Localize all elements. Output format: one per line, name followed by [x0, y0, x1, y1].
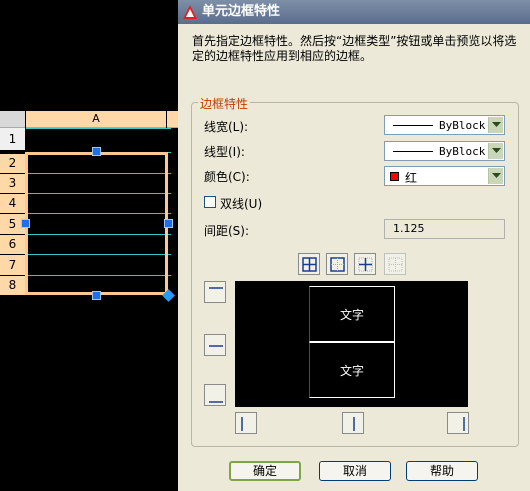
row-header-8[interactable]: 8 — [0, 276, 25, 295]
bottom-border-button[interactable] — [204, 384, 226, 406]
row-header-7[interactable]: 7 — [0, 255, 25, 275]
bottom-border-icon — [209, 401, 223, 403]
no-borders-button[interactable] — [384, 253, 406, 275]
row-header-2[interactable]: 2 — [0, 154, 25, 173]
row-header-6[interactable]: 6 — [0, 235, 25, 254]
double-line-label[interactable]: 双线(U) — [220, 195, 262, 212]
lineweight-value: ByBlock — [439, 119, 486, 132]
top-border-button[interactable] — [204, 281, 226, 303]
no-borders-icon — [388, 257, 403, 272]
color-label: 颜色(C): — [204, 170, 250, 184]
border-preview[interactable]: 文字 文字 — [235, 281, 468, 407]
linetype-value: ByBlock — [439, 145, 486, 158]
grid-line — [26, 128, 171, 129]
spacing-input[interactable]: 1.125 — [384, 219, 505, 239]
line-sample — [393, 125, 433, 126]
grip-top[interactable] — [92, 147, 101, 156]
inside-borders-icon — [358, 257, 373, 272]
preview-cell-bottom: 文字 — [309, 342, 395, 398]
inside-horizontal-border-icon — [209, 345, 223, 347]
line-sample — [393, 151, 433, 152]
linetype-label: 线型(I): — [204, 145, 245, 159]
column-header-b[interactable] — [167, 111, 178, 128]
grip-left[interactable] — [21, 219, 30, 228]
cad-canvas[interactable]: A 1 2 3 4 5 6 7 8 — [0, 0, 178, 491]
grip-right[interactable] — [164, 219, 173, 228]
linetype-dropdown[interactable]: ByBlock — [384, 141, 505, 161]
lineweight-label: 线宽(L): — [204, 120, 249, 134]
dropdown-arrow-icon[interactable] — [488, 143, 503, 159]
outside-borders-icon — [330, 257, 345, 272]
dropdown-arrow-icon[interactable] — [488, 117, 503, 133]
preview-cell-top: 文字 — [309, 286, 395, 342]
dropdown-arrow-icon[interactable] — [488, 168, 503, 184]
color-dropdown[interactable]: 红 — [384, 166, 505, 186]
row-header-4[interactable]: 4 — [0, 194, 25, 213]
left-border-button[interactable] — [235, 412, 257, 434]
right-border-icon — [463, 417, 465, 431]
left-border-icon — [241, 417, 243, 431]
selection-border — [25, 152, 168, 295]
outside-borders-button[interactable] — [326, 253, 348, 275]
double-line-checkbox[interactable] — [204, 196, 216, 208]
group-title: 边框特性 — [198, 95, 251, 112]
help-button[interactable]: 帮助 — [406, 461, 478, 481]
inside-borders-button[interactable] — [354, 253, 376, 275]
cell-border-properties-dialog: 单元边框特性 首先指定边框特性。然后按“边框类型”按钮或单击预览以将选定的边框特… — [178, 0, 530, 491]
row-header-3[interactable]: 3 — [0, 174, 25, 193]
inside-vertical-border-icon — [353, 417, 355, 431]
inside-vertical-border-button[interactable] — [342, 412, 364, 434]
color-swatch — [390, 172, 399, 181]
spacing-label: 间距(S): — [204, 224, 250, 238]
title-bar[interactable]: 单元边框特性 — [178, 0, 530, 24]
right-border-button[interactable] — [447, 412, 469, 434]
color-value: 红 — [405, 171, 418, 185]
inside-horizontal-border-button[interactable] — [204, 334, 226, 356]
column-header-a[interactable]: A — [26, 111, 166, 128]
grip-bottom[interactable] — [92, 291, 101, 300]
ok-button[interactable]: 确定 — [229, 461, 301, 481]
instructions-text: 首先指定边框特性。然后按“边框类型”按钮或单击预览以将选定的边框特性应用到相应的… — [192, 34, 517, 63]
autocad-logo-icon — [182, 4, 198, 20]
all-borders-button[interactable] — [298, 253, 320, 275]
top-border-icon — [209, 287, 223, 289]
all-borders-icon — [302, 257, 317, 272]
row-header-1[interactable]: 1 — [0, 128, 25, 150]
dialog-title: 单元边框特性 — [202, 4, 281, 19]
lineweight-dropdown[interactable]: ByBlock — [384, 115, 505, 135]
table-corner-header — [0, 111, 25, 128]
cancel-button[interactable]: 取消 — [319, 461, 391, 481]
